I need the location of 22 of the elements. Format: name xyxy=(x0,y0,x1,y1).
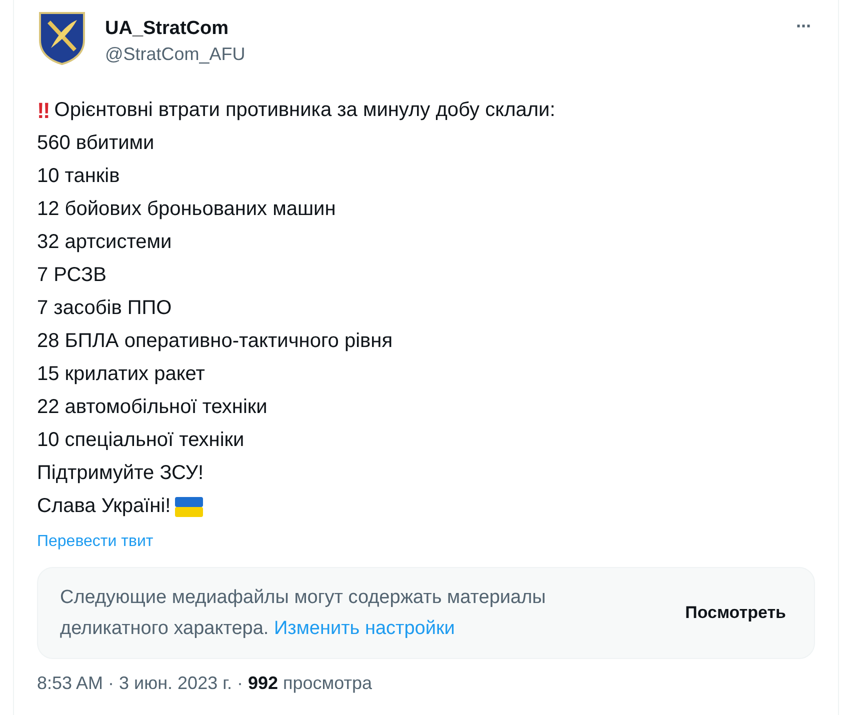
tweet-line: 10 спеціальної техніки xyxy=(37,428,244,453)
tweet-line: 15 крилатих ракет xyxy=(37,362,205,387)
shield-avatar-icon xyxy=(37,10,87,66)
author-name[interactable]: UA_StratCom xyxy=(105,18,774,40)
tweet-line: 7 засобів ППО xyxy=(37,296,172,321)
tweet-line: 28 БПЛА оперативно-тактичного рівня xyxy=(37,329,393,354)
tweet-meta: 8:53 AM · 3 июн. 2023 г. · 992 просмотра xyxy=(37,673,374,694)
author-handle[interactable]: @StratCom_AFU xyxy=(105,44,774,65)
tweet-line: Слава Україні! xyxy=(37,494,171,519)
tweet-line: 7 РСЗВ xyxy=(37,263,106,288)
more-button[interactable]: ··· xyxy=(792,16,815,37)
flag-icon xyxy=(174,496,203,516)
tweet-line: 560 вбитими xyxy=(37,131,154,156)
tweet-line: Підтримуйте ЗСУ! xyxy=(37,461,204,486)
show-button[interactable]: Посмотреть xyxy=(679,602,792,624)
tweet-line: 12 бойових броньованих машин xyxy=(37,197,336,222)
alert-mark: ‼ xyxy=(37,97,50,125)
tweet-line: Орієнтовні втрати противника за минулу добу склали: xyxy=(54,98,556,123)
tweet-line: 22 автомобільної техніки xyxy=(37,395,268,420)
tweet-line: 10 танків xyxy=(37,164,120,189)
notice-text: Следующие медиафайлы могут содержать материалы деликатного характера. Изменить настройки xyxy=(60,586,547,641)
tweet-line: 32 артсистеми xyxy=(37,230,172,255)
